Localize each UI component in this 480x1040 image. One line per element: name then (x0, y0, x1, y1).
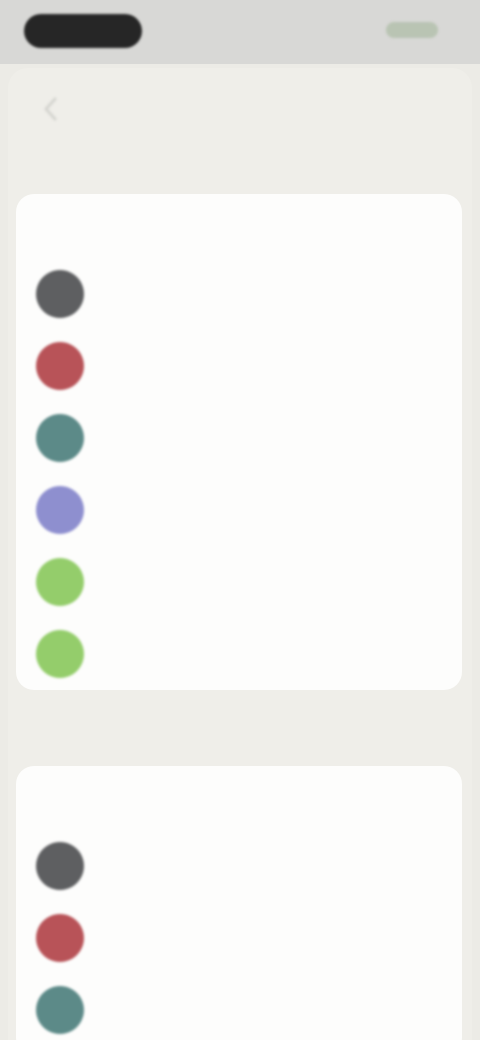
avatar (36, 914, 84, 962)
list-item[interactable] (16, 830, 462, 902)
section-header (24, 160, 284, 178)
avatar (36, 342, 84, 390)
avatar (36, 630, 84, 678)
avatar (36, 986, 84, 1034)
modal-sheet (8, 68, 472, 1040)
dynamic-island (24, 14, 142, 48)
list-item[interactable] (16, 902, 462, 974)
status-bar (0, 0, 480, 64)
avatar (36, 842, 84, 890)
section-card (16, 766, 462, 1040)
list-item[interactable] (16, 402, 462, 474)
chevron-left-icon[interactable] (38, 94, 64, 124)
list-item[interactable] (16, 474, 462, 546)
avatar (36, 486, 84, 534)
list-item[interactable] (16, 546, 462, 618)
section-header (24, 734, 284, 752)
list-item[interactable] (16, 258, 462, 330)
avatar (36, 558, 84, 606)
status-indicator (386, 22, 438, 38)
list-item[interactable] (16, 330, 462, 402)
list-item[interactable] (16, 974, 462, 1040)
list-item[interactable] (16, 618, 462, 690)
section-card (16, 194, 462, 690)
navigation-bar (8, 68, 472, 144)
avatar (36, 414, 84, 462)
avatar (36, 270, 84, 318)
